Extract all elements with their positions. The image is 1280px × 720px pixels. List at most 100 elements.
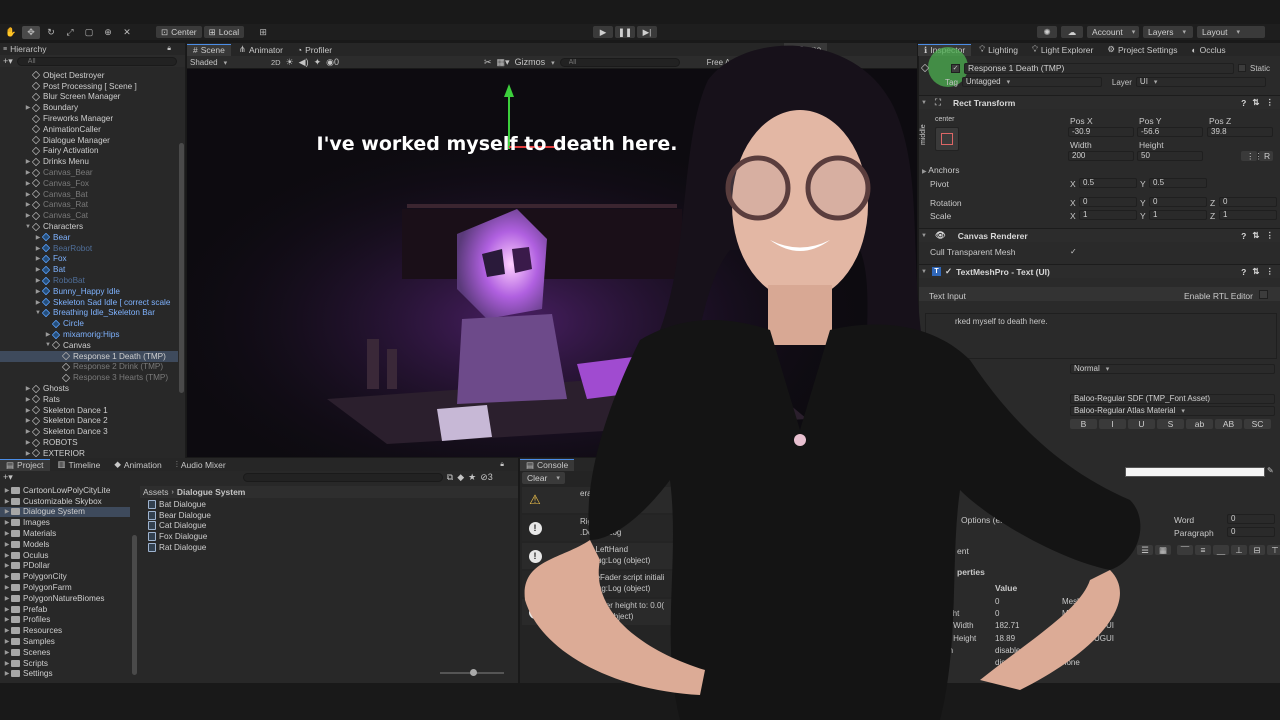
align-bottom-icon[interactable]: ⎽ [1213, 545, 1229, 555]
hidden-packages-icon[interactable]: ⊘3 [480, 472, 493, 483]
transform-tool-icon[interactable]: ⊕ [100, 26, 116, 39]
favorite-icon[interactable]: ★ [468, 472, 476, 483]
align-baseline-icon[interactable]: ⊥ [1231, 545, 1247, 555]
hierarchy-item[interactable]: ▶ BearRobot [0, 243, 178, 254]
hierarchy-item[interactable]: ▶ Bear [0, 232, 178, 243]
font-style-button[interactable]: S [1157, 419, 1184, 429]
asset-file[interactable]: Bear Dialogue [148, 510, 211, 521]
layout-dropdown[interactable]: Layout [1197, 26, 1265, 38]
tab-timeline[interactable]: ▥ Timeline [52, 459, 107, 471]
tab-project[interactable]: ▤ Project [0, 458, 50, 471]
hierarchy-item[interactable]: Dialogue Manager [0, 135, 178, 146]
active-checkbox[interactable]: ✓ [951, 63, 960, 73]
gizmos-dropdown[interactable]: Gizmos [515, 57, 555, 67]
lock-icon[interactable]: 🔒︎ [500, 461, 504, 469]
console-clear-button[interactable]: Clear [522, 472, 565, 484]
hierarchy-item[interactable]: ▶ Bunny_Happy Idle [0, 286, 178, 297]
hierarchy-item[interactable]: ▶ Drinks Menu [0, 156, 178, 167]
hierarchy-item[interactable]: ▼ Breathing Idle_Skeleton Bar [0, 308, 178, 319]
tab-animation[interactable]: ◆ Animation [108, 459, 167, 471]
eyedropper-icon[interactable]: ✎ [1267, 466, 1274, 475]
tab-scene[interactable]: # Scene [187, 43, 231, 56]
foldout-arrow-icon[interactable]: ▶ [3, 519, 11, 526]
align-grid-icon[interactable]: ▦ [1155, 545, 1171, 555]
hierarchy-item[interactable]: ▼ Canvas [0, 340, 178, 351]
foldout-arrow-icon[interactable]: ▶ [3, 552, 11, 559]
properties-header[interactable]: perties [957, 567, 985, 577]
height-field[interactable]: 50 [1137, 151, 1203, 161]
hierarchy-item[interactable]: ▶ Skeleton Dance 1 [0, 405, 178, 416]
foldout-arrow-icon[interactable]: ▶ [3, 649, 11, 656]
light-icon[interactable]: ☀ [286, 57, 294, 68]
font-style-button[interactable]: ab [1186, 419, 1213, 429]
settings-icon[interactable]: ⇅ [1252, 230, 1259, 241]
foldout-arrow-icon[interactable]: ▶ [3, 660, 11, 667]
lock-icon[interactable]: 🔒︎ [167, 45, 171, 53]
slider-knob[interactable] [470, 669, 477, 676]
account-dropdown[interactable]: Account [1087, 26, 1139, 38]
blueprint-button[interactable]: ⋮⋮ [1241, 151, 1263, 161]
foldout-arrow-icon[interactable]: ▶ [24, 396, 32, 403]
rect-transform-header[interactable]: ▼ ⛶ Rect Transform ? ⇅ ⋮ [919, 95, 1280, 109]
collapse-arrow-icon[interactable]: ▼ [919, 100, 929, 106]
pivot-local-button[interactable]: ⊞ Local [203, 26, 245, 38]
custom-tool-icon[interactable]: ✕ [119, 26, 135, 39]
foldout-arrow-icon[interactable]: ▶ [3, 584, 11, 591]
camera-icon[interactable]: ✂ [484, 57, 492, 68]
vector-field[interactable]: 1 [1079, 210, 1137, 220]
foldout-arrow-icon[interactable]: ▶ [34, 299, 42, 306]
settings-icon[interactable]: ⇅ [1252, 266, 1259, 277]
vector-field[interactable]: 0 [1079, 197, 1137, 207]
breadcrumb-current[interactable]: Dialogue System [177, 487, 246, 497]
help-icon[interactable]: ? [1241, 267, 1246, 277]
add-icon[interactable]: +▾ [3, 56, 13, 67]
vector-field[interactable]: 0 [1149, 197, 1207, 207]
console-entry[interactable]: ! osureFader script initiali .Debug:Log (o… [522, 571, 918, 597]
hierarchy-item[interactable]: Object Destroyer [0, 70, 178, 81]
tag-dropdown[interactable]: Untagged [961, 77, 1102, 87]
hierarchy-item[interactable]: Response 3 Hearts (TMP) [0, 372, 178, 383]
tab-console[interactable]: ▤ Console [520, 458, 575, 471]
anchors-foldout[interactable]: ▶ Anchors [922, 165, 959, 175]
scale-tool-icon[interactable]: ⤢ [62, 26, 78, 39]
pause-button[interactable]: ❚❚ [615, 26, 635, 38]
width-field[interactable]: 200 [1068, 151, 1134, 161]
posz-field[interactable]: 39.8 [1207, 127, 1273, 137]
scene-search-input[interactable] [559, 57, 680, 67]
hierarchy-item[interactable]: ▶ Canvas_Bat [0, 189, 178, 200]
filter-type-icon[interactable]: ⧉ [447, 472, 453, 483]
hidden-icon[interactable]: ◉0 [326, 57, 339, 68]
tab-light-explorer[interactable]: 💡︎ Light Explorer [1026, 44, 1099, 56]
foldout-arrow-icon[interactable]: ▶ [34, 234, 42, 241]
tab-audio-mixer[interactable]: ⫶ Audio Mixer [170, 459, 232, 471]
layers-dropdown[interactable]: Layers [1143, 26, 1193, 38]
console-entry[interactable]: ! XRI LeftHand .Debug:Log (object) [522, 543, 918, 569]
foldout-arrow-icon[interactable]: ▶ [3, 670, 11, 677]
play-button[interactable]: ▶ [593, 26, 613, 38]
foldout-arrow-icon[interactable]: ▶ [3, 616, 11, 623]
foldout-arrow-icon[interactable]: ▶ [3, 530, 11, 537]
hierarchy-item[interactable]: ▶ ROBOTS [0, 437, 178, 448]
filter-label-icon[interactable]: ◆ [457, 472, 464, 483]
hierarchy-item[interactable]: ▶ Canvas_Bear [0, 167, 178, 178]
foldout-arrow-icon[interactable]: ▶ [24, 450, 32, 457]
hierarchy-item[interactable]: Circle [0, 318, 178, 329]
rect-tool-icon[interactable]: ▢ [81, 26, 97, 39]
menu-icon[interactable]: ⋮ [1266, 266, 1275, 277]
asset-file[interactable]: Bat Dialogue [148, 499, 206, 510]
vector-field[interactable]: 0.5 [1079, 178, 1137, 188]
foldout-arrow-icon[interactable]: ▶ [34, 288, 42, 295]
rtl-checkbox[interactable] [1259, 290, 1268, 299]
folder-item[interactable]: ▶ Prefab [0, 604, 130, 615]
scene-view[interactable]: I've worked myself to death here. [187, 69, 917, 457]
folder-item[interactable]: ▶ PDollar [0, 561, 130, 572]
layer-dropdown[interactable]: UI [1135, 77, 1266, 87]
font-style-button[interactable]: B [1070, 419, 1097, 429]
font-style-button[interactable]: AB [1215, 419, 1242, 429]
tab-occlusion[interactable]: ◐ Occlus [1186, 44, 1232, 56]
align-top-icon[interactable]: ⎺ [1177, 545, 1193, 555]
font-style-button[interactable]: SC [1244, 419, 1271, 429]
folder-item[interactable]: ▶ Dialogue System [0, 506, 130, 518]
grid-icon[interactable]: ▦▾ [497, 57, 510, 68]
text-style-dropdown[interactable]: Normal [1070, 364, 1275, 374]
